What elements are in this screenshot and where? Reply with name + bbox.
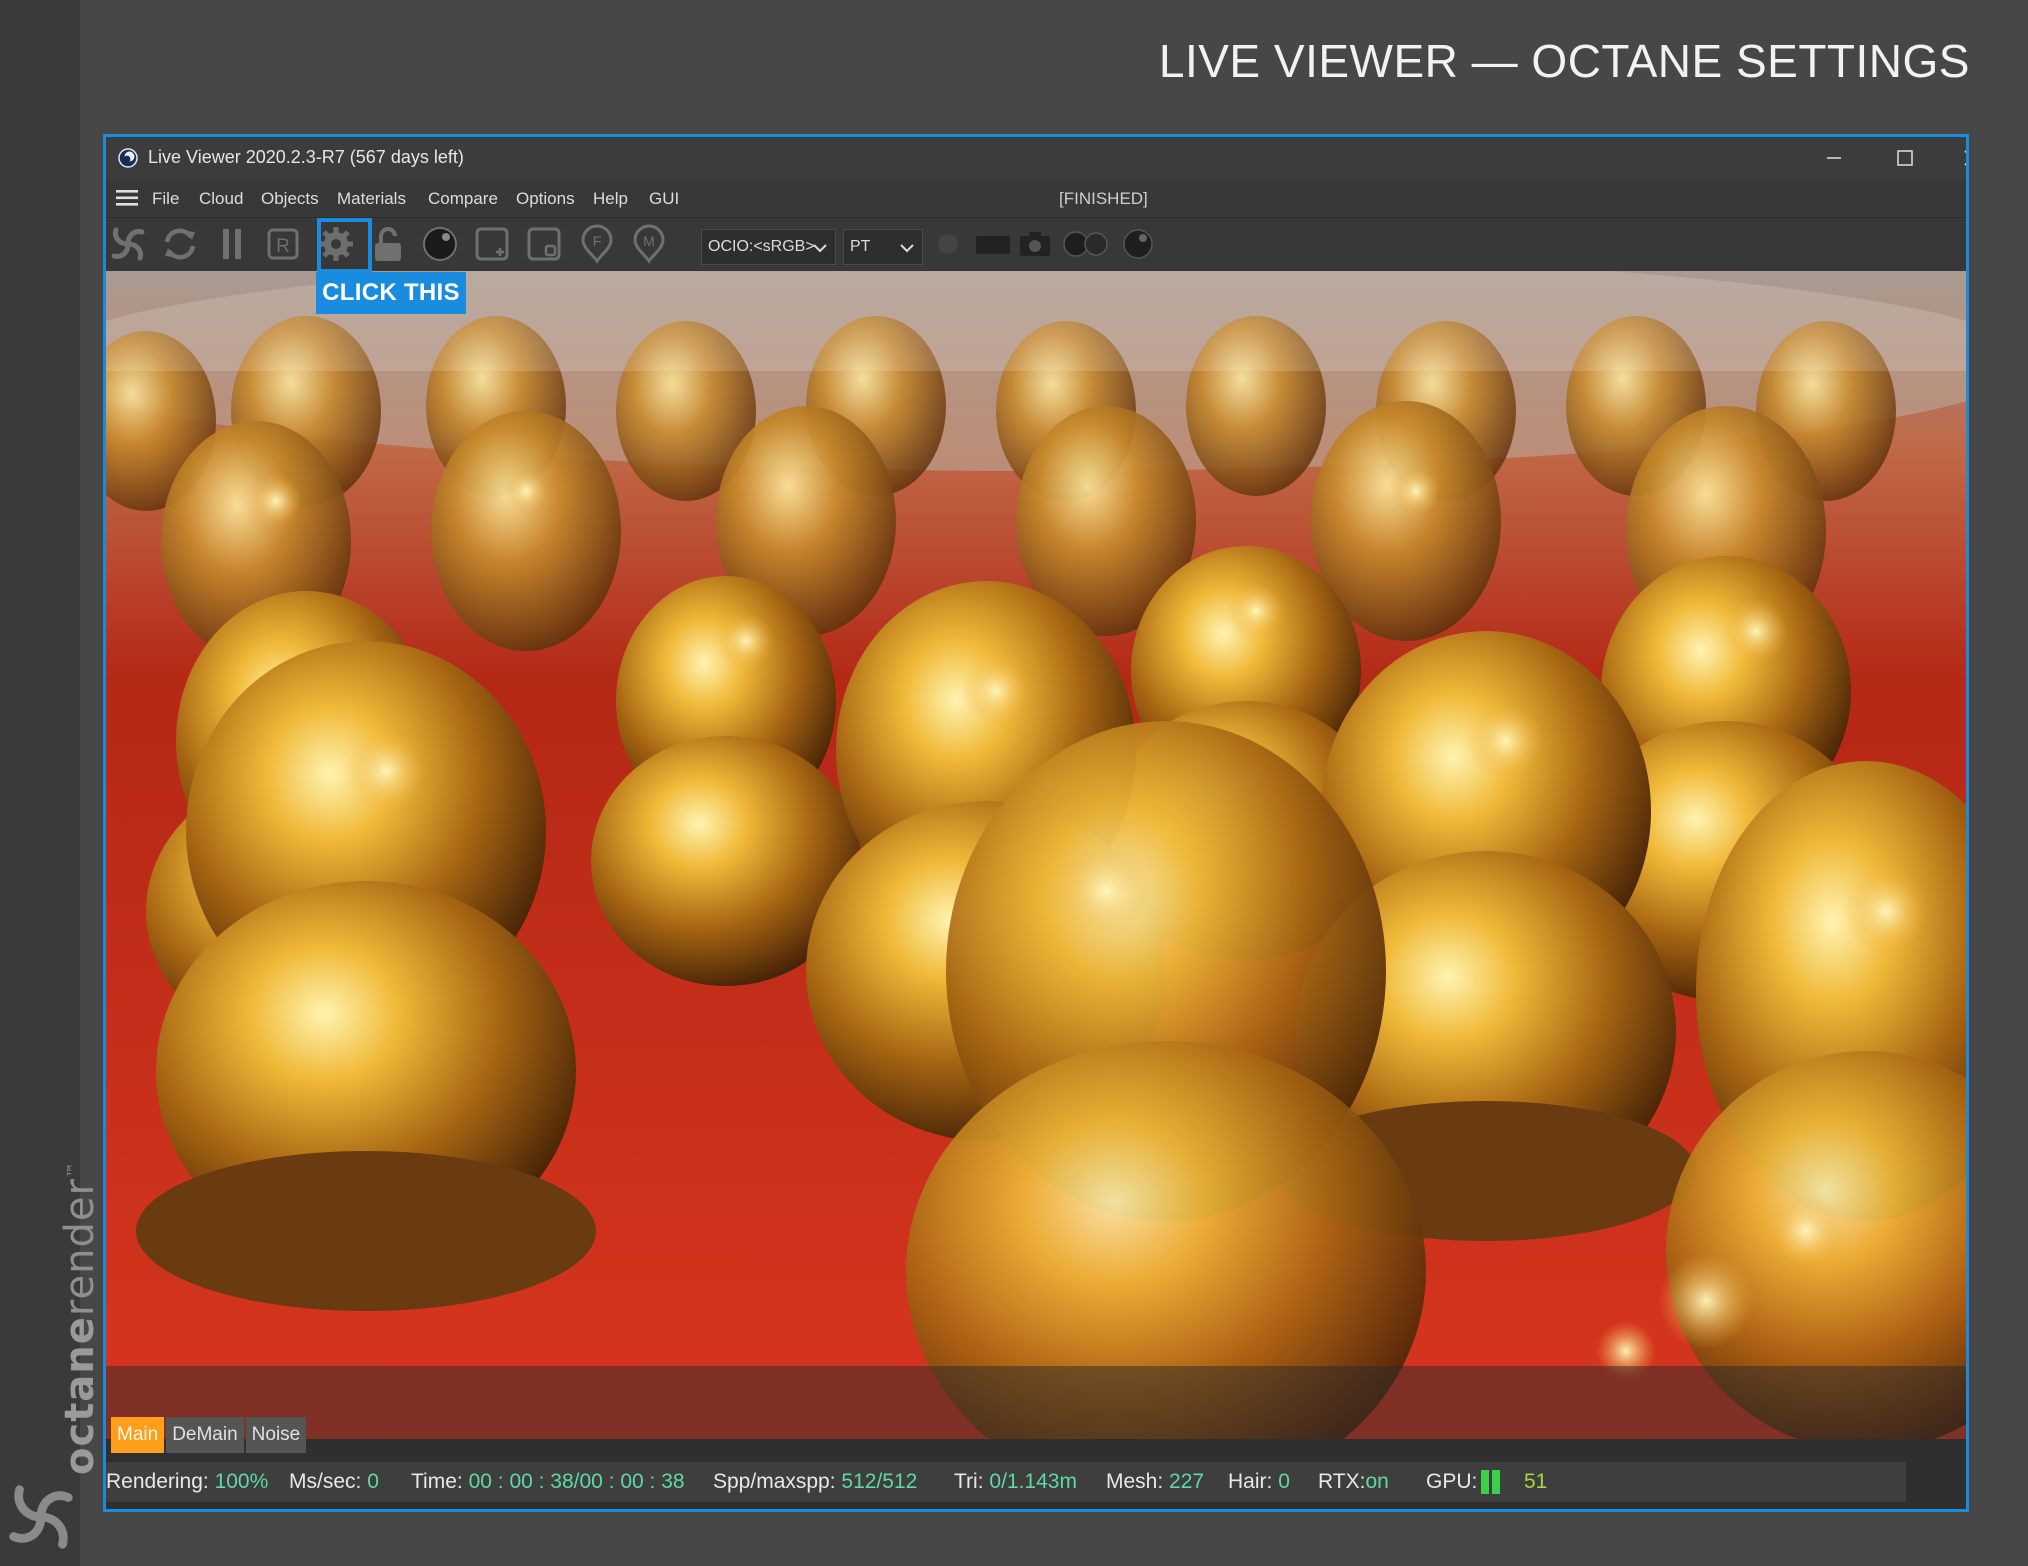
record-dot-icon (938, 234, 958, 254)
settings-button-highlight (317, 218, 372, 273)
status-time: Time: 00 : 00 : 38/00 : 00 : 38 (411, 1470, 685, 1493)
resize-region-button[interactable] (522, 222, 566, 266)
page-title: LIVE VIEWER — OCTANE SETTINGS (1158, 35, 1970, 87)
window-titlebar[interactable]: Live Viewer 2020.2.3-R7 (567 days left) (106, 137, 1966, 179)
color-space-select[interactable]: OCIO:<sRGB> (701, 229, 836, 265)
menu-bar: File Cloud Objects Materials Compare Opt… (106, 179, 1966, 217)
toolbar: R F M OCIO:<sRGB> PT (106, 217, 1966, 272)
snapshot-button[interactable] (1013, 222, 1057, 266)
rendered-image-golden-buddhas (106, 271, 1966, 1439)
kernel-select-value: PT (850, 238, 871, 255)
render-region-icon: R (267, 228, 299, 260)
render-pass-tabs: Main DeMain Noise (111, 1417, 308, 1453)
octane-send-scene-icon (111, 227, 145, 261)
octane-logo-icon (9, 1485, 73, 1549)
menu-gui[interactable]: GUI (649, 189, 679, 209)
octane-render-wordmark: octanerender™ (57, 1161, 103, 1475)
compare-spheres-icon (1063, 231, 1108, 257)
svg-text:R: R (276, 236, 290, 257)
lock-button[interactable] (366, 222, 410, 266)
render-region-button[interactable]: R (261, 222, 305, 266)
octane-send-scene-button[interactable] (106, 222, 150, 266)
cinema4d-app-icon (118, 148, 138, 168)
svg-text:F: F (593, 233, 602, 249)
add-region-icon (475, 227, 509, 261)
restart-render-icon (164, 228, 196, 260)
pause-render-button[interactable] (210, 222, 254, 266)
camera-icon (1020, 232, 1050, 256)
material-preview-button[interactable] (418, 222, 462, 266)
restart-render-button[interactable] (158, 222, 202, 266)
material-preview-icon (423, 227, 457, 261)
record-button[interactable] (926, 222, 970, 266)
hamburger-menu-icon[interactable] (116, 189, 140, 207)
sphere-icon (1123, 229, 1153, 259)
focus-picker-button[interactable]: F (575, 222, 619, 266)
render-status-text: [FINISHED] (1059, 189, 1148, 208)
status-tri: Tri: 0/1.143m (954, 1470, 1077, 1493)
menu-materials[interactable]: Materials (337, 189, 406, 209)
background-sphere-button[interactable] (1116, 222, 1160, 266)
window-title: Live Viewer 2020.2.3-R7 (567 days left) (148, 147, 464, 167)
compare-button[interactable] (1058, 222, 1108, 266)
menu-cloud[interactable]: Cloud (199, 189, 243, 209)
status-hair: Hair: 0 (1228, 1470, 1290, 1493)
tab-demain[interactable]: DeMain (166, 1417, 244, 1453)
status-bar: Rendering: 100% Ms/sec: 0 Time: 00 : 00 … (106, 1462, 1906, 1502)
gpu-usage-bar (1492, 1470, 1500, 1494)
status-rtx: RTX:on (1318, 1470, 1389, 1493)
add-region-button[interactable] (470, 222, 514, 266)
render-viewport[interactable] (106, 271, 1966, 1439)
pause-render-icon (223, 229, 241, 259)
tab-main[interactable]: Main (111, 1417, 165, 1453)
tab-noise[interactable]: Noise (245, 1417, 307, 1453)
live-viewer-window: Live Viewer 2020.2.3-R7 (567 days left) … (103, 134, 1969, 1512)
menu-compare[interactable]: Compare (428, 189, 498, 209)
status-rendering: Rendering: 100% (106, 1470, 269, 1493)
status-gpu-value: 51 (1524, 1470, 1548, 1493)
menu-file[interactable]: File (152, 189, 179, 209)
material-picker-icon: M (633, 224, 665, 264)
film-strip-icon (976, 236, 1010, 254)
minimize-button[interactable] (1814, 143, 1854, 173)
menu-help[interactable]: Help (593, 189, 628, 209)
kernel-select[interactable]: PT (843, 229, 923, 265)
film-button[interactable] (971, 222, 1015, 266)
menu-objects[interactable]: Objects (261, 189, 319, 209)
click-this-callout: CLICK THIS (316, 272, 466, 314)
focus-picker-icon: F (581, 224, 613, 264)
resize-region-icon (527, 227, 561, 261)
status-gpu-label: GPU: (1426, 1470, 1478, 1493)
color-space-select-value: OCIO:<sRGB> (708, 238, 815, 255)
lock-icon (375, 227, 401, 261)
close-button[interactable] (1952, 143, 1966, 173)
gpu-usage-bar (1481, 1470, 1489, 1494)
menu-options[interactable]: Options (516, 189, 575, 209)
maximize-button[interactable] (1884, 143, 1924, 173)
material-picker-button[interactable]: M (627, 222, 671, 266)
status-spp: Spp/maxspp: 512/512 (713, 1470, 918, 1493)
svg-text:M: M (643, 233, 655, 249)
status-mesh: Mesh: 227 (1106, 1470, 1205, 1493)
chevron-down-icon (900, 244, 914, 253)
status-ms-per-sec: Ms/sec: 0 (289, 1470, 379, 1493)
chevron-down-icon (813, 244, 827, 253)
